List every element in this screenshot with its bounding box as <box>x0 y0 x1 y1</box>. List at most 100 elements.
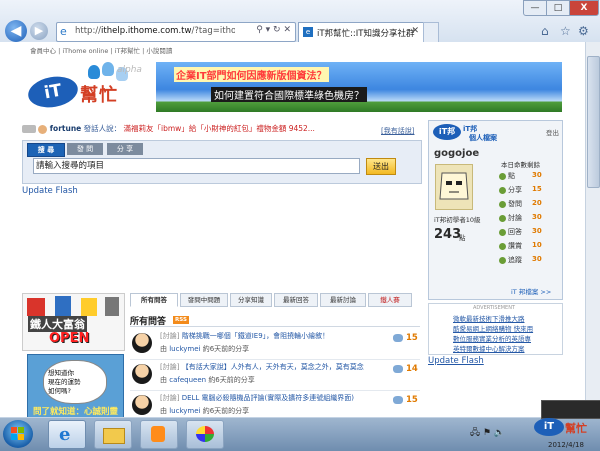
ad-link[interactable]: 酷愛易網上網絡購物 快來用 <box>453 323 533 333</box>
comment-bubble-icon <box>393 334 403 342</box>
question-meta: 由 luckymei 約6天前的分享 <box>160 407 250 415</box>
tab-title: iT邦幫忙::IT知識分享社群 <box>317 29 415 39</box>
question-meta: 由 luckymei 約6天前的分享 <box>160 345 250 353</box>
search-panel: 搜 尋 發 問 分 享 請輸入搜尋的項目 送出 <box>22 140 422 184</box>
logout-link[interactable]: 登出 <box>546 127 559 137</box>
suggest-link[interactable]: [我有話說] <box>381 126 414 136</box>
ad-link[interactable]: 微軟最新技術下滑推大路 <box>453 313 525 323</box>
profile-points-unit: 點 <box>459 234 466 242</box>
stat-row: 發問 20 <box>499 199 555 209</box>
tab-latest-discussions[interactable]: 最新討論 <box>320 293 366 307</box>
qa-divider <box>130 326 420 327</box>
network-icon[interactable]: 🖧 <box>470 428 480 438</box>
volume-icon[interactable]: 🔈 <box>494 428 505 438</box>
address-tools-icon[interactable]: ⚲ ▾ ↻ ✕ <box>256 25 291 35</box>
ticker-user[interactable]: fortune <box>50 124 81 133</box>
ad-link[interactable]: 英特爾數據中心解決方案 <box>453 343 525 353</box>
tab-share[interactable]: 分 享 <box>107 143 143 155</box>
stat-dot-icon <box>499 214 506 222</box>
maximize-button[interactable]: □ <box>546 0 570 16</box>
comment-bubble-icon <box>393 365 403 373</box>
profile-subtitle: 個人檔案 <box>469 134 497 142</box>
banner-line-2: 如何建置符合國際標準綠色機房？ <box>211 87 367 102</box>
profile-logo: iT邦 <box>433 124 461 140</box>
site-logo[interactable]: iT 幫忙 alpha <box>22 57 147 117</box>
qa-tabs: 所有問答 發問中問題 分享知識 最新回答 最新討論 鐵人賽 <box>130 293 421 307</box>
tab-ithelp[interactable]: e iT邦幫忙::IT知識分享社群 ✕ <box>298 22 424 42</box>
web-page: 會員中心 | iThome online | iT邦幫忙 | 小說閱讀 iT 幫… <box>0 42 585 417</box>
ie-icon: e <box>59 424 71 445</box>
site-favicon-icon: e <box>303 27 313 37</box>
profile-level: iT邦初學者10級 <box>434 216 481 224</box>
taskbar-paint-button[interactable] <box>186 420 224 449</box>
reply-count: 15 <box>406 395 418 405</box>
stat-dot-icon <box>499 200 506 208</box>
taskbar-explorer-button[interactable] <box>94 420 132 449</box>
robot-ad-open: OPEN <box>49 331 90 346</box>
taskbar-ie-button[interactable]: e <box>48 420 86 449</box>
reply-count: 14 <box>406 364 418 374</box>
taskbar-media-button[interactable] <box>140 420 178 449</box>
avatar[interactable] <box>435 164 473 210</box>
ad-label: ADVERTISEMENT <box>473 305 516 311</box>
stat-dot-icon <box>499 186 506 194</box>
tab-search[interactable]: 搜 尋 <box>27 143 65 157</box>
list-item[interactable]: [討論] 階梯挑戰一哪個「鐵道IE9」，會阻撓輪小繪敘！ 由 luckymei … <box>130 329 420 360</box>
search-input[interactable]: 請輸入搜尋的項目 <box>33 158 360 174</box>
close-button[interactable]: X <box>569 0 599 16</box>
list-item[interactable]: [討論] 【有話大家說】人外有人，天外有天，莫念之外，莫有莫念 由 cafequ… <box>130 360 420 391</box>
ad-link[interactable]: 數位服務實業分析的英語專 <box>453 333 531 343</box>
files-link[interactable]: iT 邦檔案 >> <box>511 286 551 296</box>
rss-icon[interactable]: RSS <box>173 316 189 324</box>
stat-dot-icon <box>499 242 506 250</box>
question-meta: 由 cafequeen 約6天前的分享 <box>160 376 255 384</box>
avatar-face-icon <box>439 172 469 200</box>
fortune-ad[interactable]: 想知道你 現在的運勢 如何嗎? 問了就知道：心誠則靈 <box>27 354 124 417</box>
update-flash-link[interactable]: Update Flash <box>22 186 78 196</box>
tab-ask[interactable]: 發 問 <box>67 143 103 155</box>
watermark-it: iT <box>534 418 564 436</box>
news-ticker: fortune 發話人說： 滿福莉友「ibmw」給「小財神的紅包」禮物金額 94… <box>22 123 422 134</box>
logo-name: 幫忙 <box>80 85 118 106</box>
minimize-button[interactable]: — <box>523 0 547 16</box>
question-title[interactable]: [討論] DELL 電腦必殺隨機品評論(實際及擴符多連號組織界面) <box>160 393 390 403</box>
robot-promo-ad[interactable]: 鐵人大富翁 OPEN <box>22 293 125 351</box>
search-submit-button[interactable]: 送出 <box>366 158 396 175</box>
logo-figure-icon <box>88 65 100 79</box>
ticker-avatar <box>38 124 48 134</box>
tab-ironman[interactable]: 鐵人賽 <box>368 293 412 307</box>
new-tab-button[interactable] <box>423 22 439 43</box>
list-item[interactable]: [討論] DELL 電腦必殺隨機品評論(實際及擴符多連號組織界面) 由 luck… <box>130 391 420 417</box>
start-button[interactable] <box>3 420 33 448</box>
stat-row: 追蹤 30 <box>499 255 555 265</box>
flag-icon[interactable]: ⚑ <box>483 428 491 438</box>
tab-latest-answers[interactable]: 最新回答 <box>274 293 318 307</box>
logo-figure-icon <box>102 62 114 76</box>
home-icon[interactable]: ⌂ <box>541 24 549 38</box>
clock[interactable]: 2012/4/18 <box>548 441 584 449</box>
ticker-dots-icon <box>22 125 36 133</box>
reply-count: 15 <box>406 333 418 343</box>
question-title[interactable]: [討論] 【有話大家說】人外有人，天外有天，莫念之外，莫有莫念 <box>160 362 390 372</box>
top-links[interactable]: 會員中心 | iThome online | iT邦幫忙 | 小說閱讀 <box>30 45 172 55</box>
folder-icon <box>103 428 125 444</box>
scrollbar-thumb[interactable] <box>587 56 600 188</box>
update-flash-link-2[interactable]: Update Flash <box>428 356 484 366</box>
top-banner-ad[interactable]: 企業IT部門如何因應新版個資法？ 如何建置符合國際標準綠色機房？ <box>156 62 562 112</box>
ticker-text[interactable]: 滿福莉友「ibmw」給「小財神的紅包」禮物金額 9452... <box>124 124 315 133</box>
stat-row: 分享 15 <box>499 185 555 195</box>
logo-it: iT <box>25 72 81 112</box>
forward-button[interactable]: ▶ <box>30 22 48 40</box>
system-tray[interactable]: 🖧 ⚑ 🔈 <box>470 425 505 441</box>
address-bar[interactable]: e http://ithelp.ithome.com.tw/?tag=ithon… <box>56 22 296 42</box>
profile-username[interactable]: gogojoe <box>434 148 479 159</box>
back-button[interactable]: ◀ <box>5 20 27 42</box>
tab-open-questions[interactable]: 發問中問題 <box>180 293 228 307</box>
tab-close-icon[interactable]: ✕ <box>411 26 419 36</box>
question-title[interactable]: [討論] 階梯挑戰一哪個「鐵道IE9」，會阻撓輪小繪敘！ <box>160 331 390 341</box>
tab-all-qa[interactable]: 所有問答 <box>130 293 178 307</box>
stat-dot-icon <box>499 172 506 180</box>
favorites-star-icon[interactable]: ☆ <box>560 24 571 38</box>
tab-share-knowledge[interactable]: 分享知識 <box>230 293 272 307</box>
tools-gear-icon[interactable]: ⚙ <box>578 24 589 38</box>
